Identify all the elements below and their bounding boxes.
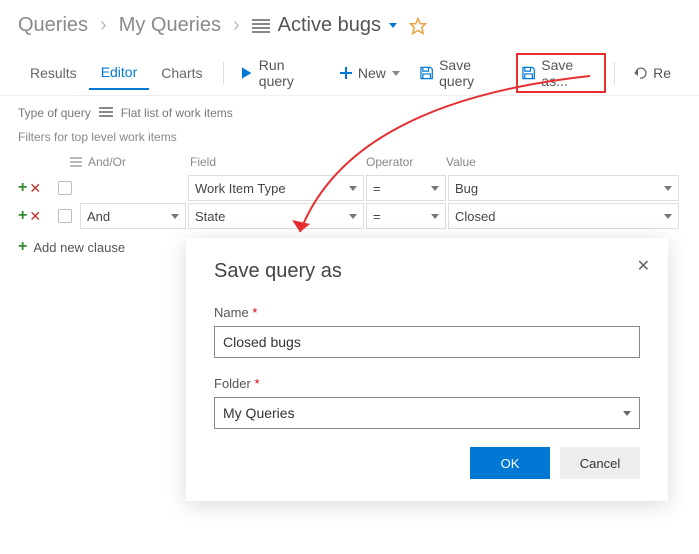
query-type-row: Type of query Flat list of work items bbox=[0, 96, 699, 130]
run-query-button[interactable]: Run query bbox=[231, 51, 329, 95]
undo-label: Re bbox=[653, 65, 671, 81]
breadcrumb: Queries › My Queries › Active bugs bbox=[0, 0, 699, 47]
chevron-down-icon bbox=[171, 214, 179, 219]
chevron-down-icon bbox=[431, 214, 439, 219]
add-row-button[interactable]: + bbox=[18, 179, 27, 197]
chevron-down-icon bbox=[349, 186, 357, 191]
divider bbox=[614, 62, 615, 84]
filters-label: Filters for top level work items bbox=[0, 130, 699, 150]
name-label: Name * bbox=[214, 305, 640, 320]
operator-select[interactable]: = bbox=[366, 175, 446, 201]
field-value: Work Item Type bbox=[195, 181, 286, 196]
row-checkbox[interactable] bbox=[58, 181, 72, 195]
add-row-button[interactable]: + bbox=[18, 207, 27, 225]
name-input[interactable]: Closed bugs bbox=[214, 326, 640, 358]
operator-header-label: Operator bbox=[366, 155, 446, 169]
breadcrumb-current-label: Active bugs bbox=[278, 14, 381, 37]
andor-value: And bbox=[87, 209, 110, 224]
save-query-label: Save query bbox=[439, 57, 506, 89]
new-button[interactable]: New bbox=[330, 59, 410, 87]
field-value: State bbox=[195, 209, 225, 224]
toolbar: Results Editor Charts Run query New Save… bbox=[0, 47, 699, 96]
ok-button[interactable]: OK bbox=[470, 447, 550, 479]
value-select[interactable]: Bug bbox=[448, 175, 679, 201]
save-as-dialog: ✕ Save query as Name * Closed bugs Folde… bbox=[186, 238, 668, 501]
field-select[interactable]: Work Item Type bbox=[188, 175, 364, 201]
operator-select[interactable]: = bbox=[366, 203, 446, 229]
chevron-down-icon bbox=[623, 411, 631, 416]
andor-select[interactable]: And bbox=[80, 203, 186, 229]
plus-icon: + bbox=[18, 238, 27, 256]
value-text: Closed bbox=[455, 209, 495, 224]
field-select[interactable]: State bbox=[188, 203, 364, 229]
save-icon bbox=[420, 66, 433, 80]
breadcrumb-sep-icon: › bbox=[233, 14, 240, 37]
chevron-down-icon bbox=[349, 214, 357, 219]
plus-icon bbox=[340, 67, 352, 79]
name-value: Closed bugs bbox=[223, 334, 301, 350]
breadcrumb-sep-icon: › bbox=[100, 14, 107, 37]
list-icon bbox=[252, 19, 270, 33]
row-checkbox[interactable] bbox=[58, 209, 72, 223]
flat-list-label[interactable]: Flat list of work items bbox=[121, 106, 233, 120]
col-andor: And/Or bbox=[70, 155, 190, 169]
folder-select[interactable]: My Queries bbox=[214, 397, 640, 429]
delete-row-button[interactable]: ✕ bbox=[29, 180, 41, 197]
value-text: Bug bbox=[455, 181, 478, 196]
filter-row: + ✕ Work Item Type = Bug bbox=[18, 174, 681, 202]
undo-icon bbox=[633, 66, 647, 80]
chevron-down-icon bbox=[431, 186, 439, 191]
save-as-icon bbox=[522, 66, 535, 80]
new-label: New bbox=[358, 65, 386, 81]
folder-value: My Queries bbox=[223, 405, 295, 421]
tab-results[interactable]: Results bbox=[18, 57, 89, 89]
breadcrumb-current[interactable]: Active bugs bbox=[252, 14, 397, 37]
filters-grid: And/Or Field Operator Value + ✕ Work Ite… bbox=[0, 150, 699, 230]
filter-row: + ✕ And State = Closed bbox=[18, 202, 681, 230]
type-of-query-label: Type of query bbox=[18, 106, 91, 120]
field-header-label: Field bbox=[190, 155, 366, 169]
andor-header-label: And/Or bbox=[88, 155, 126, 169]
dialog-title: Save query as bbox=[214, 260, 640, 283]
list-icon bbox=[70, 157, 82, 167]
close-button[interactable]: ✕ bbox=[637, 256, 650, 276]
chevron-down-icon bbox=[664, 214, 672, 219]
breadcrumb-root[interactable]: Queries bbox=[18, 14, 88, 37]
divider bbox=[223, 62, 224, 84]
undo-button[interactable]: Re bbox=[623, 59, 681, 87]
star-icon[interactable] bbox=[409, 17, 427, 35]
run-query-label: Run query bbox=[259, 57, 320, 89]
breadcrumb-my-queries[interactable]: My Queries bbox=[119, 14, 221, 37]
save-query-button[interactable]: Save query bbox=[410, 51, 516, 95]
delete-row-button[interactable]: ✕ bbox=[29, 208, 41, 225]
chevron-down-icon bbox=[664, 186, 672, 191]
play-icon bbox=[241, 67, 252, 79]
value-select[interactable]: Closed bbox=[448, 203, 679, 229]
save-as-label: Save as... bbox=[541, 57, 600, 89]
folder-label: Folder * bbox=[214, 376, 640, 391]
tab-charts[interactable]: Charts bbox=[149, 57, 214, 89]
operator-value: = bbox=[373, 209, 381, 224]
chevron-down-icon[interactable] bbox=[389, 23, 397, 28]
grid-header: And/Or Field Operator Value bbox=[18, 150, 681, 174]
operator-value: = bbox=[373, 181, 381, 196]
cancel-button[interactable]: Cancel bbox=[560, 447, 640, 479]
chevron-down-icon bbox=[392, 71, 400, 76]
tab-editor[interactable]: Editor bbox=[89, 56, 150, 90]
dialog-actions: OK Cancel bbox=[214, 447, 640, 479]
value-header-label: Value bbox=[446, 155, 681, 169]
add-clause-label: Add new clause bbox=[33, 240, 125, 255]
save-as-button[interactable]: Save as... bbox=[516, 53, 606, 93]
flat-list-icon bbox=[99, 107, 113, 119]
